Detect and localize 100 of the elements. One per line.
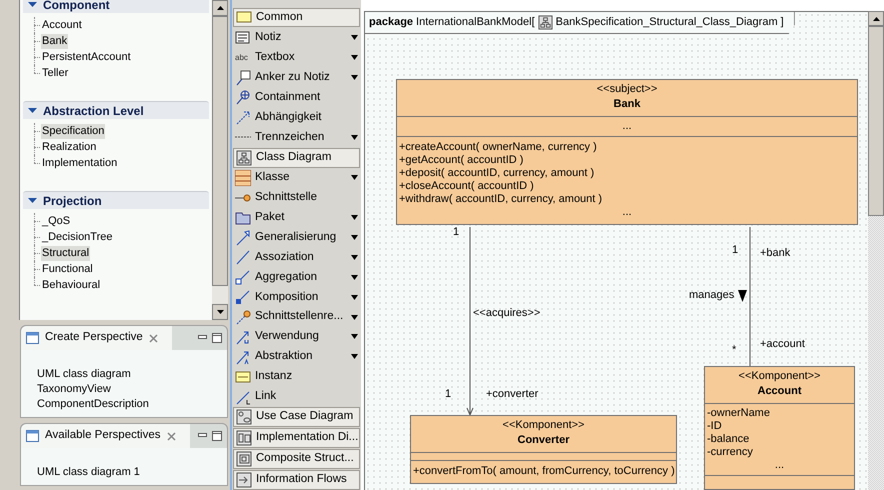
diagram-canvas[interactable] [364, 11, 868, 490]
view-tab[interactable]: Create Perspective [21, 326, 172, 350]
collapse-arrow-icon[interactable] [28, 0, 37, 9]
palette-tool[interactable]: Textbox [255, 49, 347, 66]
palette-tool[interactable]: Assoziation [255, 248, 347, 266]
use-case-icon [236, 408, 252, 425]
class-operation: +withdraw( accountID, currency, amount ) [399, 193, 604, 206]
scrollbar[interactable] [212, 0, 228, 320]
close-icon[interactable] [148, 334, 158, 342]
generalization-arrow-icon [235, 230, 251, 246]
dropdown-arrow-icon[interactable] [351, 254, 358, 260]
dropdown-arrow-icon[interactable] [351, 175, 358, 180]
class-diagram-icon [236, 150, 252, 166]
tree-item[interactable]: Functional [41, 262, 94, 276]
palette-tool[interactable]: Schnittstelle [255, 189, 358, 206]
dropdown-arrow-icon[interactable] [351, 134, 358, 140]
scrollbar-thumb[interactable] [212, 16, 228, 286]
link-line-icon [235, 388, 251, 405]
perspective-item[interactable]: ComponentDescription [37, 397, 227, 412]
dropdown-arrow-icon[interactable] [351, 274, 358, 280]
usage-arrow-icon [235, 328, 251, 345]
scroll-up-button[interactable] [212, 0, 228, 16]
dropdown-arrow-icon[interactable] [351, 294, 358, 300]
perspective-item[interactable]: UML class diagram [37, 367, 227, 382]
dropdown-arrow-icon[interactable] [351, 354, 358, 360]
palette-tool[interactable]: Schnittstellenre... [255, 308, 347, 326]
perspective-item[interactable]: TaxonomyView [37, 382, 227, 397]
tree-item[interactable]: Bank [41, 34, 68, 48]
collapse-arrow-icon[interactable] [28, 196, 37, 205]
note-anchor-icon [235, 70, 251, 86]
palette-tool[interactable]: Verwendung [255, 328, 347, 346]
tree-item[interactable]: Specification [41, 124, 106, 138]
tree-item[interactable]: Realization [41, 140, 98, 154]
dropdown-arrow-icon[interactable] [351, 235, 358, 240]
dropdown-arrow-icon[interactable] [351, 215, 358, 220]
palette-drawer[interactable]: Implementation Di... [233, 428, 360, 448]
palette-tool[interactable]: Link [255, 388, 358, 406]
section-header[interactable]: Projection [23, 191, 209, 209]
section-header[interactable]: Abstraction Level [23, 101, 209, 119]
direction-triangle-icon [738, 290, 747, 302]
tree-item[interactable]: Teller [41, 66, 70, 80]
tree-item[interactable]: Account [41, 18, 83, 32]
scrollbar-thumb[interactable] [868, 26, 884, 216]
palette-tool[interactable]: Klasse [255, 169, 347, 187]
view-tab[interactable]: Available Perspectives [21, 424, 190, 448]
minimize-icon[interactable] [198, 433, 207, 439]
palette-tool[interactable]: Abstraktion [255, 348, 347, 366]
dependency-arrow[interactable] [466, 227, 474, 415]
tree-item[interactable]: _DecisionTree [41, 230, 114, 244]
dropdown-arrow-icon[interactable] [351, 35, 358, 40]
class-name: Bank [614, 97, 640, 112]
window-icon [26, 332, 39, 344]
palette-tool[interactable]: Trennzeichen [255, 128, 347, 146]
palette-drawer[interactable]: Information Flows [233, 470, 360, 490]
palette-drawer[interactable]: Use Case Diagram [233, 407, 360, 427]
dropdown-arrow-icon[interactable] [351, 75, 358, 80]
scrollbar[interactable] [868, 11, 884, 490]
tree-item[interactable]: Implementation [41, 156, 118, 170]
stereotype-label: <<Komponent>> [738, 369, 820, 383]
tree-item[interactable]: _QoS [41, 214, 72, 228]
minimize-icon[interactable] [198, 335, 207, 341]
palette-drawer[interactable]: Common [233, 8, 360, 28]
palette-drawer[interactable]: Class Diagram [233, 148, 360, 168]
scroll-up-button[interactable] [868, 11, 884, 26]
class-attribute: -currency [707, 446, 754, 459]
role-label: +converter [486, 388, 538, 401]
palette-tool[interactable]: Aggregation [255, 268, 347, 286]
class-box[interactable]: <<subject>> Bank ... +createAccount( ownerName, currency ) +getAccount( accountID ) +deposit( accountID, currency, amount ) +closeAccount( accountID ) +withdraw( accountID, currency, amount ) ... [396, 79, 858, 225]
dropdown-arrow-icon[interactable] [351, 314, 358, 320]
maximize-icon[interactable] [212, 431, 222, 441]
collapse-arrow-icon[interactable] [28, 106, 37, 115]
palette-tool[interactable]: Instanz [255, 368, 358, 386]
scroll-down-button[interactable] [212, 304, 228, 320]
maximize-icon[interactable] [212, 333, 222, 343]
palette-tool[interactable]: Generalisierung [255, 228, 347, 246]
flow-icon [236, 472, 252, 488]
class-box[interactable]: <<Komponent>> Account -ownerName -ID -balance -currency ... [704, 366, 855, 490]
palette-tool[interactable]: Paket [255, 209, 347, 226]
palette-drawer[interactable]: Composite Struct... [233, 448, 360, 469]
palette-tool[interactable]: Komposition [255, 288, 347, 306]
class-box[interactable]: <<Komponent>> Converter +convertFromTo( amount, fromCurrency, toCurrency ) [410, 415, 677, 484]
stereotype-label: <<Komponent>> [502, 418, 584, 432]
tree-item[interactable]: Behavioural [41, 278, 102, 292]
diagram-name: BankSpecification_Structural_Class_Diagram ] [556, 15, 784, 30]
tree-item[interactable]: Structural [41, 246, 90, 260]
tree-item[interactable]: PersistentAccount [41, 50, 132, 64]
frame-name: InternationalBankModel[ [416, 15, 535, 30]
section-header[interactable]: Component [23, 0, 209, 13]
dropdown-arrow-icon[interactable] [351, 55, 358, 60]
multiplicity-label: 1 [445, 388, 452, 401]
palette-tool[interactable]: Containment [255, 88, 358, 106]
class-attribute: -balance [707, 433, 750, 446]
note-icon [235, 30, 251, 46]
dropdown-arrow-icon[interactable] [351, 334, 358, 340]
palette-tool[interactable]: Notiz [255, 29, 347, 46]
palette-tool[interactable]: Abhängigkeit [255, 108, 358, 126]
role-label: +account [760, 338, 805, 351]
palette-tool[interactable]: Anker zu Notiz [255, 68, 347, 86]
close-icon[interactable] [166, 432, 176, 440]
association-name: manages [689, 289, 734, 302]
